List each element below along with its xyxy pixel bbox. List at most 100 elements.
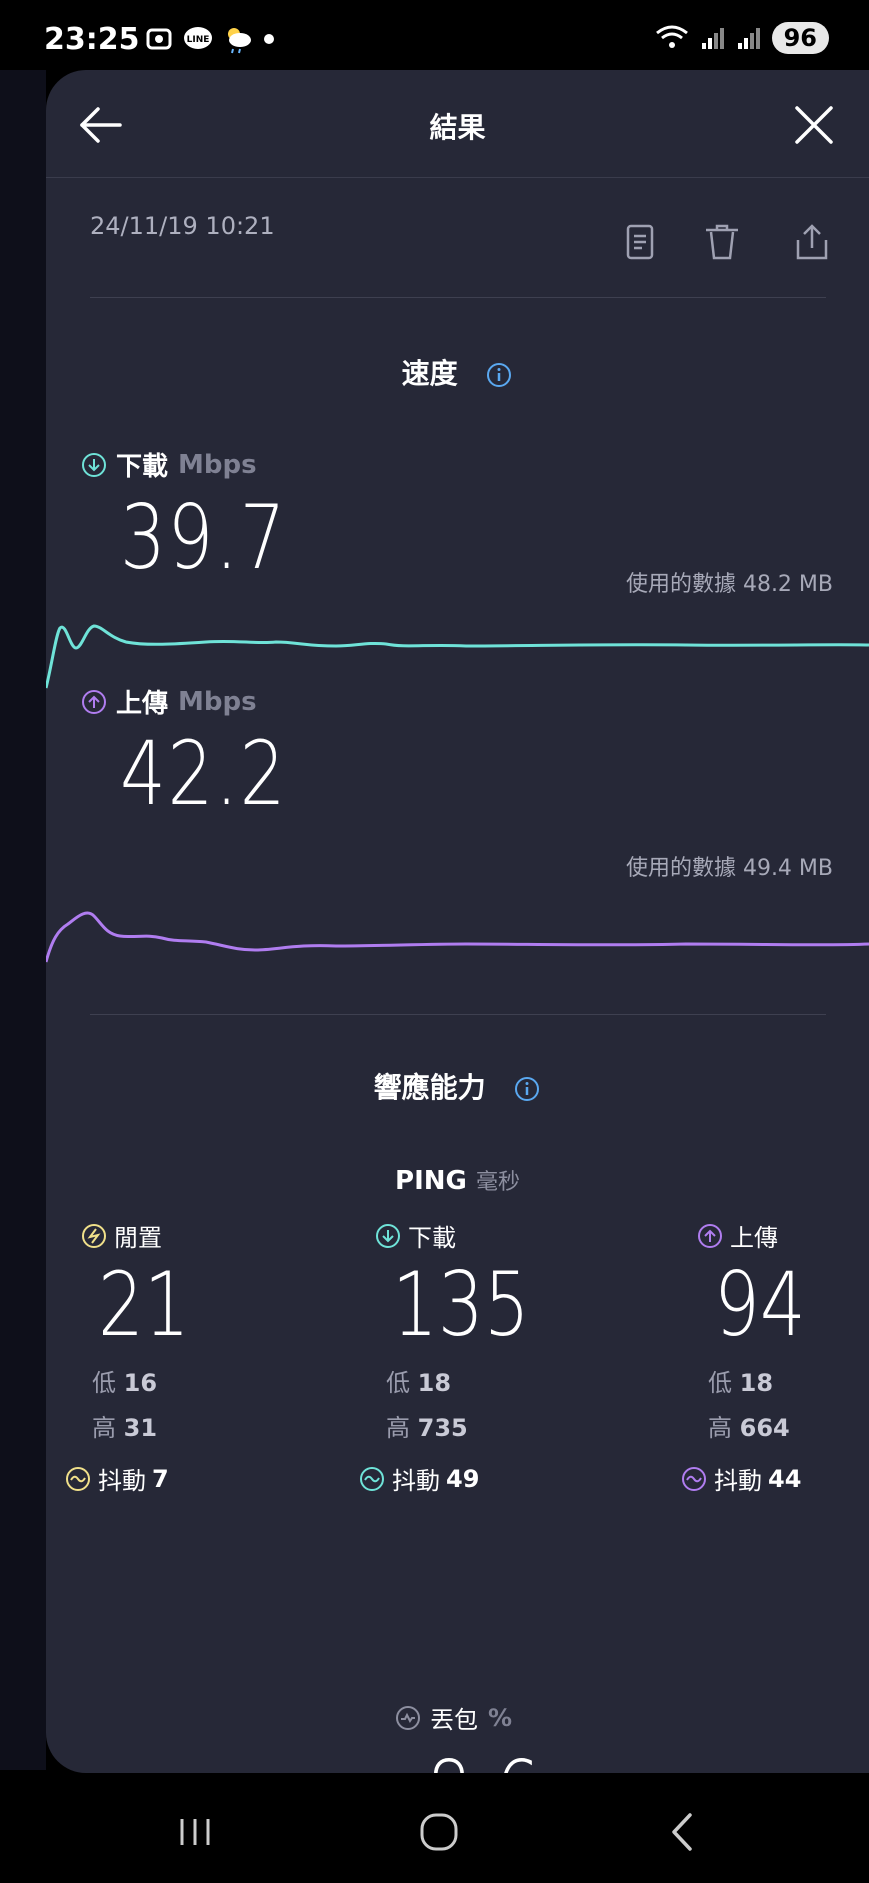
- background-left: [0, 70, 46, 1770]
- packet-loss-label-text: 丟包: [430, 1706, 478, 1734]
- ping-upload-jitter: 抖動 44: [680, 1461, 869, 1496]
- signal-icon: [701, 28, 724, 49]
- packet-loss-value: 8.6: [426, 1742, 541, 1773]
- ping-idle-jitter-value: 7: [152, 1464, 169, 1493]
- upload-data-used: 使用的數據 49.4 MB: [625, 856, 833, 881]
- low-label: 低: [92, 1369, 116, 1397]
- svg-text:LINE: LINE: [187, 35, 210, 45]
- ping-download-high: 高 735: [386, 1408, 634, 1443]
- divider: [90, 297, 826, 298]
- signal-icon-2: [737, 28, 760, 49]
- jitter-label: 抖動: [392, 1467, 440, 1495]
- upload-speed-chart: [46, 911, 869, 963]
- ping-upload-value: 94: [714, 1253, 806, 1356]
- battery-indicator: 96: [771, 22, 829, 54]
- ping-upload-high-value: 664: [739, 1414, 790, 1442]
- trash-icon[interactable]: [698, 218, 746, 266]
- ping-label: PING: [395, 1166, 467, 1196]
- recent-apps-icon[interactable]: [172, 1809, 218, 1855]
- system-nav-bar: [0, 1773, 869, 1883]
- close-icon[interactable]: [789, 100, 839, 150]
- ping-upload-low-value: 18: [739, 1369, 774, 1397]
- download-speed-value: 39.7: [120, 486, 288, 589]
- high-label: 高: [708, 1414, 732, 1442]
- document-icon[interactable]: [616, 218, 664, 266]
- gallery-icon: [146, 28, 172, 50]
- notification-icons: LINE: [145, 24, 275, 54]
- upload-label-text: 上傳: [116, 689, 169, 719]
- line-app-icon: LINE: [184, 27, 212, 49]
- ping-upload-jitter-value: 44: [768, 1464, 802, 1493]
- ping-download-high-value: 735: [417, 1414, 468, 1442]
- download-label: 下載 Mbps: [80, 446, 257, 483]
- status-bar: 23:25 LINE 96: [0, 0, 869, 76]
- system-icons: 96: [654, 22, 829, 54]
- upload-arrow-icon: [82, 689, 106, 714]
- ping-idle-column: 閒置 21 低 16 高 31 抖動 7: [66, 1218, 340, 1496]
- ping-download-label-text: 下載: [408, 1224, 456, 1252]
- speed-section-title: 速度: [46, 352, 869, 392]
- download-label-text: 下載: [116, 452, 169, 482]
- divider: [90, 1014, 826, 1015]
- ping-upload-column: 上傳 94 低 18 高 664 抖動 44: [682, 1218, 869, 1496]
- ping-download-label: 下載: [374, 1218, 634, 1253]
- result-date: 24/11/19 10:21: [90, 212, 275, 240]
- ping-upload-label: 上傳: [696, 1218, 869, 1253]
- packet-loss-unit: %: [488, 1703, 513, 1732]
- upload-label: 上傳 Mbps: [80, 683, 257, 720]
- jitter-wave-icon: [360, 1466, 384, 1491]
- download-unit: Mbps: [178, 449, 257, 480]
- top-bar: 結果: [46, 70, 869, 178]
- ping-download-value: 135: [392, 1253, 530, 1356]
- ping-idle-high: 高 31: [92, 1408, 340, 1443]
- ping-upload-low: 低 18: [708, 1363, 869, 1398]
- info-icon[interactable]: [485, 361, 513, 389]
- upload-speed-value: 42.2: [120, 722, 288, 825]
- ping-upload-high: 高 664: [708, 1408, 869, 1443]
- ping-download-column: 下載 135 低 18 高 735 抖動 49: [360, 1218, 634, 1496]
- ping-header: PING 毫秒: [46, 1164, 869, 1196]
- ping-upload-label-text: 上傳: [730, 1224, 778, 1252]
- responsiveness-title-text: 響應能力: [373, 1071, 486, 1104]
- ping-idle-label: 閒置: [80, 1218, 340, 1253]
- download-arrow-icon: [376, 1223, 400, 1248]
- high-label: 高: [92, 1414, 116, 1442]
- jitter-wave-icon: [682, 1466, 706, 1491]
- wifi-icon: [655, 25, 688, 48]
- dot-icon: [264, 34, 274, 44]
- back-nav-icon[interactable]: [660, 1809, 706, 1855]
- responsiveness-section-title: 響應能力: [46, 1066, 869, 1106]
- status-time: 23:25: [44, 22, 140, 57]
- share-icon[interactable]: [788, 218, 836, 266]
- ping-idle-low: 低 16: [92, 1363, 340, 1398]
- info-icon[interactable]: [513, 1075, 541, 1103]
- packet-loss-icon: [396, 1705, 420, 1730]
- packet-loss-label: 丟包 %: [394, 1700, 512, 1735]
- jitter-label: 抖動: [98, 1467, 146, 1495]
- weather-icon: [228, 28, 251, 54]
- home-icon[interactable]: [416, 1809, 462, 1855]
- ping-idle-jitter: 抖動 7: [64, 1461, 340, 1496]
- ping-download-low: 低 18: [386, 1363, 634, 1398]
- result-sheet: 結果 24/11/19 10:21 速度 下載 Mbps 39.7 使用的數據 …: [46, 70, 869, 1773]
- page-title: 結果: [429, 111, 486, 144]
- upload-arrow-icon: [698, 1223, 722, 1248]
- upload-unit: Mbps: [178, 686, 257, 717]
- speed-title-text: 速度: [401, 357, 458, 390]
- ping-idle-high-value: 31: [123, 1414, 158, 1442]
- ping-idle-low-value: 16: [123, 1369, 158, 1397]
- ping-idle-value: 21: [98, 1253, 190, 1356]
- low-label: 低: [386, 1369, 410, 1397]
- ping-idle-label-text: 閒置: [114, 1224, 162, 1252]
- jitter-wave-icon: [66, 1466, 90, 1491]
- download-speed-chart: [46, 624, 869, 689]
- jitter-label: 抖動: [714, 1467, 762, 1495]
- idle-bolt-icon: [82, 1223, 106, 1248]
- high-label: 高: [386, 1414, 410, 1442]
- upload-speed-line: [46, 911, 869, 963]
- download-data-used: 使用的數據 48.2 MB: [625, 572, 833, 597]
- ping-download-low-value: 18: [417, 1369, 452, 1397]
- ping-download-jitter: 抖動 49: [358, 1461, 634, 1496]
- ping-unit: 毫秒: [475, 1170, 520, 1195]
- download-speed-line: [46, 624, 869, 689]
